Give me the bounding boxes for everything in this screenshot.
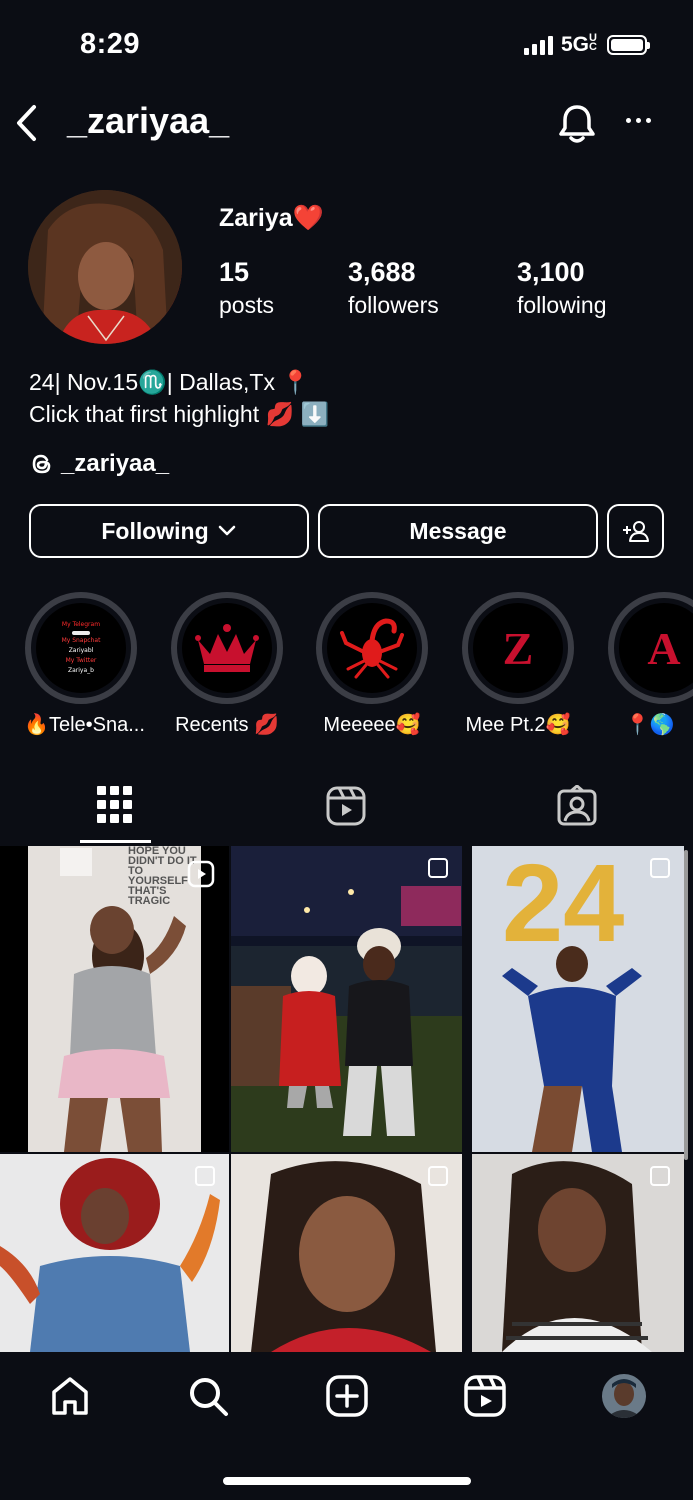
scorpion-icon [340,618,404,679]
carousel-badge-icon [428,858,448,878]
post-4[interactable] [0,1154,229,1352]
bio: 24| Nov.15♏️| Dallas,Tx 📍 Click that fir… [29,366,329,430]
profile-avatar[interactable] [28,190,182,344]
carousel-badge-icon [195,1166,215,1186]
heart-emoji: ❤️ [292,204,324,232]
add-person-icon [622,521,649,542]
carousel-badge-icon [428,1166,448,1186]
search-icon[interactable] [186,1374,230,1423]
carousel-badge-icon [650,1166,670,1186]
message-button-label: Message [409,517,507,544]
home-icon[interactable] [48,1374,92,1423]
status-time: 8:29 [80,28,141,60]
display-name-text: Zariya [219,204,293,232]
following-label: following [517,292,607,318]
carousel-badge-icon [650,858,670,878]
highlight-location[interactable]: A [608,592,693,704]
following-button[interactable]: Following [29,504,309,558]
bio-line-1: 24| Nov.15♏️| Dallas,Tx 📍 [29,369,310,395]
post-6[interactable] [472,1154,684,1352]
network-label: 5GUC [560,32,597,57]
create-icon[interactable] [325,1374,369,1423]
post-5[interactable] [231,1154,462,1352]
threads-icon [32,454,51,474]
bio-line-2: Click that first highlight 💋 ⬇️ [29,401,330,427]
status-indicators: 5GUC [523,32,650,57]
highlight-recents[interactable] [171,592,283,704]
posts-count[interactable]: 15 posts [219,256,274,322]
back-icon[interactable] [14,103,40,148]
scrollbar[interactable] [684,850,688,1160]
highlight-letter-a: A [647,622,681,674]
message-button[interactable]: Message [318,504,598,558]
more-icon[interactable] [626,118,651,123]
highlight-tele-snap[interactable]: My Telegram My Snapchat Zariyabl My Twit… [25,592,137,704]
suggested-users-button[interactable] [607,504,664,558]
reels-nav-icon[interactable] [463,1374,507,1423]
battery-icon [607,35,650,55]
svg-text:24: 24 [502,846,624,965]
highlight-label-5: 📍🌎 [625,714,675,736]
signal-icon [523,35,553,55]
profile-nav-avatar[interactable] [602,1374,646,1418]
tagged-icon[interactable] [556,784,598,832]
home-indicator[interactable] [223,1477,471,1485]
crown-icon [195,624,259,672]
highlight-letter-z: Z [502,622,534,674]
threads-link[interactable]: _zariyaa_ [29,450,169,478]
display-name: Zariya❤️ [219,204,324,233]
highlight-meeeee[interactable] [316,592,428,704]
following-button-label: Following [101,517,209,544]
highlight-label-2: Recents 💋 [175,714,279,736]
highlight-mee-pt2[interactable]: Z [462,592,574,704]
chevron-down-icon [218,525,235,536]
highlight-label-1: 🔥Tele•Sna... [24,714,145,736]
reels-icon[interactable] [325,785,367,832]
posts-label: posts [219,292,274,318]
highlight-label-4: Mee Pt.2🥰 [465,714,571,736]
tab-underline [80,840,151,843]
grid-icon[interactable] [97,786,133,831]
bell-icon[interactable] [556,102,598,151]
header-username: _zariyaa_ [67,100,230,141]
followers-label: followers [348,292,439,318]
posts-value: 15 [219,257,250,287]
reel-badge-icon [187,860,215,893]
following-value: 3,100 [517,257,585,287]
highlight-cover-text: My Telegram My Snapchat Zariyabl My Twit… [61,621,101,674]
following-count[interactable]: 3,100 following [517,256,607,322]
post-1[interactable]: HOPE YOU DIDN'T DO IT TO YOURSELF THAT'S… [0,846,229,1152]
post-3[interactable]: 24 [472,846,684,1152]
threads-handle: _zariyaa_ [61,450,170,477]
post-2[interactable] [231,846,462,1152]
followers-value: 3,688 [348,257,416,287]
followers-count[interactable]: 3,688 followers [348,256,439,322]
highlight-label-3: Meeeee🥰 [323,714,421,736]
